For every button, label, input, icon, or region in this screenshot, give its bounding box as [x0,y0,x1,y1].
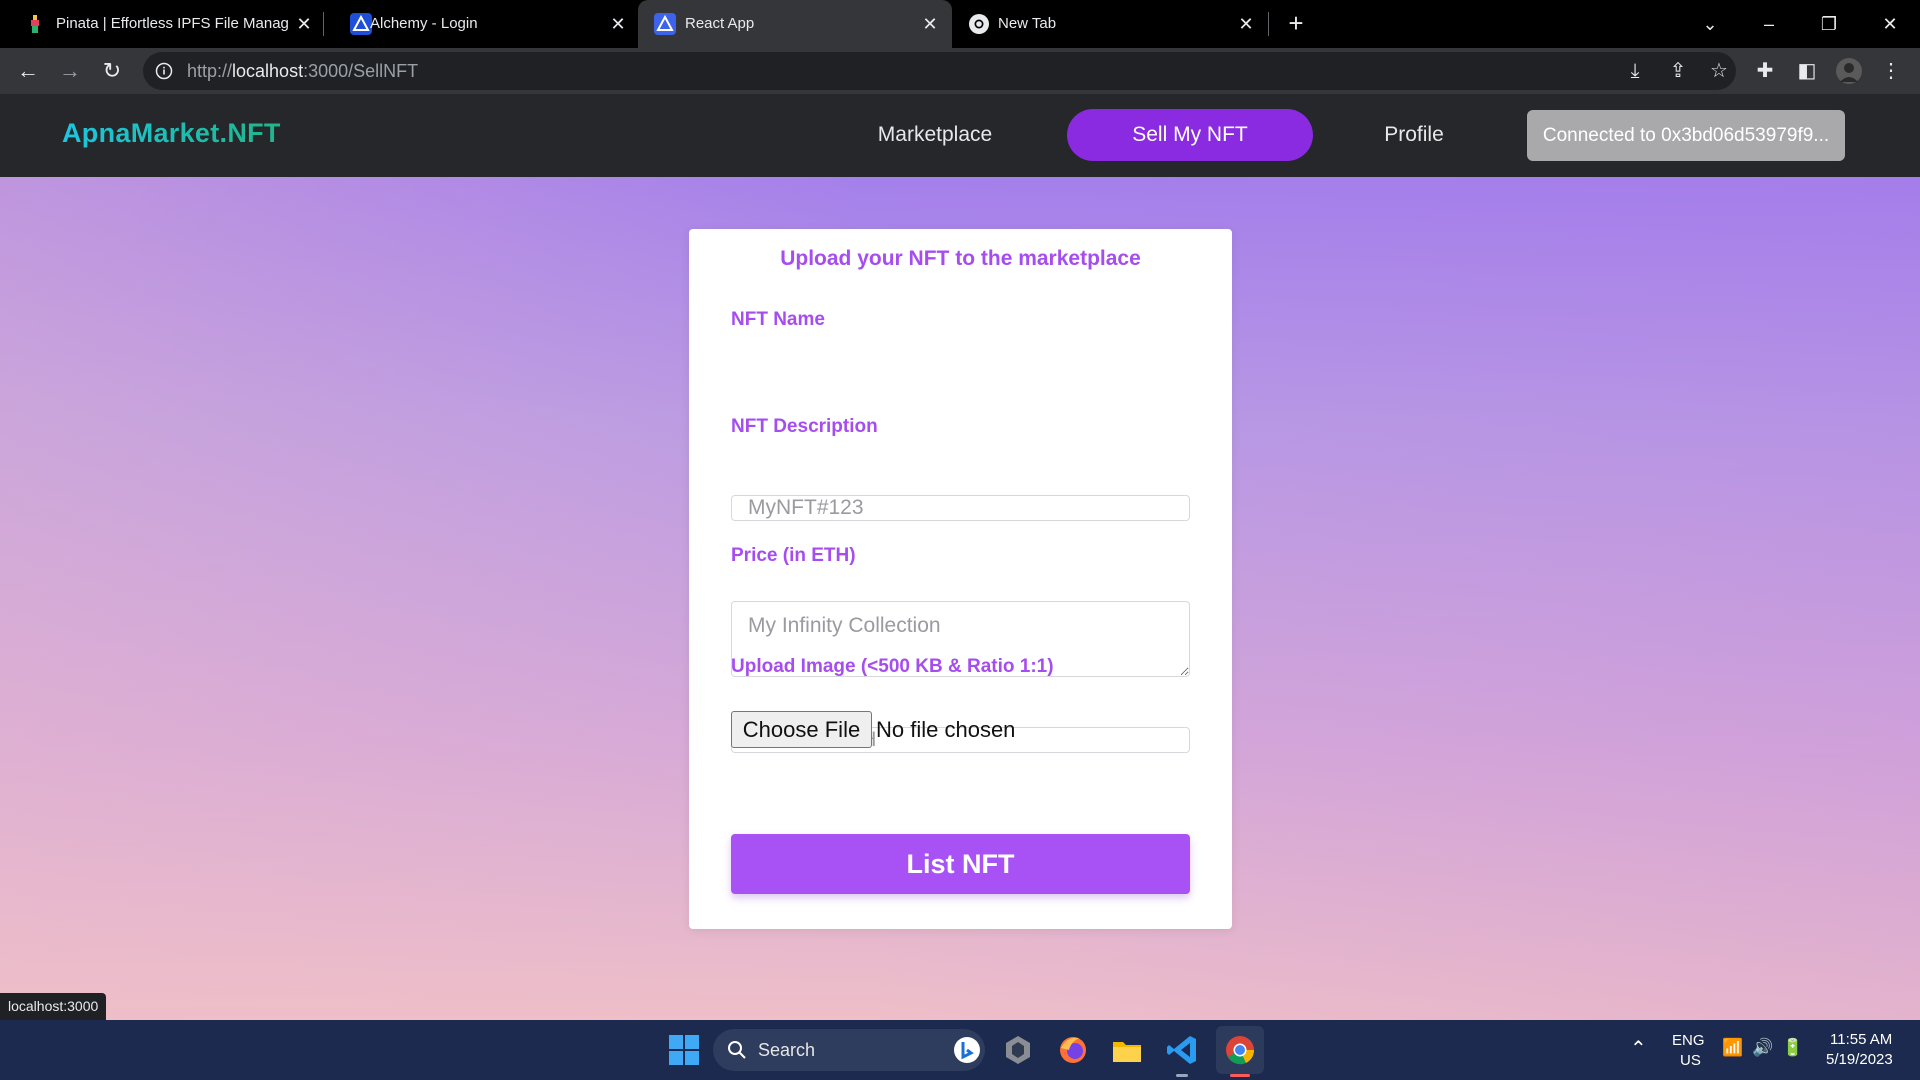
taskbar-search-box[interactable]: Search [713,1029,985,1071]
choose-file-button[interactable]: Choose File [731,711,872,748]
search-placeholder: Search [758,1040,816,1060]
clock-time[interactable]: 11:55 AM [1830,1031,1892,1048]
form-title: Upload your NFT to the marketplace [780,247,1141,270]
alchemy-icon [350,13,372,35]
tab-title: New Tab [998,15,1057,32]
back-arrow-icon[interactable]: ← [14,57,42,85]
tab-search-chevron-icon[interactable]: ⌄ [1692,8,1728,40]
windows-taskbar: Search ⌃ ENG US 📶 🔊 🔋 11:55 AM 5/19/2023 [0,1020,1920,1080]
running-indicator [1176,1074,1188,1077]
tab-divider [323,12,324,36]
wallet-connect-button[interactable]: Connected to 0x3bd06d53979f9... [1527,110,1845,161]
browser-toolbar: ← → ↻ http://localhost:3000/SellNFT ⤓ ⇪ … [0,48,1920,94]
close-tab-icon[interactable]: ✕ [1234,12,1258,36]
chrome-icon [969,14,989,34]
list-nft-button[interactable]: List NFT [731,834,1190,894]
browser-tab-react-app[interactable]: React App ✕ [638,0,952,48]
file-status-text: No file chosen [876,717,1016,742]
nft-name-label: NFT Name [731,309,825,330]
close-tab-icon[interactable]: ✕ [606,12,630,36]
region-label[interactable]: US [1680,1052,1701,1069]
vscode-icon[interactable] [1162,1030,1202,1070]
language-label[interactable]: ENG [1672,1032,1705,1049]
wifi-icon[interactable]: 📶 [1722,1038,1743,1058]
browser-tab-alchemy[interactable]: Alchemy - Login ✕ [326,0,636,48]
clock-date[interactable]: 5/19/2023 [1826,1051,1893,1068]
link-status-bubble: localhost:3000 [0,993,107,1020]
url-scheme: http:// [187,61,233,81]
share-icon[interactable]: ⇪ [1665,58,1691,84]
brand-logo[interactable]: ApnaMarket.NFT [62,118,281,149]
chrome-menu-icon[interactable]: ⋮ [1878,58,1904,84]
browser-tab-strip: Pinata | Effortless IPFS File Managem ✕ … [0,0,1920,48]
side-panel-icon[interactable]: ◧ [1794,58,1820,84]
active-indicator [1230,1074,1250,1077]
app-navbar: ApnaMarket.NFT Marketplace Sell My NFT P… [0,94,1920,177]
extensions-puzzle-icon[interactable]: ✚ [1752,58,1778,84]
nav-profile[interactable]: Profile [1360,109,1468,161]
upload-image-label: Upload Image (<500 KB & Ratio 1:1) [731,656,1054,677]
url-host: localhost [232,61,304,81]
new-tab-plus-icon[interactable]: + [1282,10,1310,38]
github-desktop-icon[interactable] [998,1030,1038,1070]
tab-title: Alchemy - Login [370,15,478,32]
tab-divider [1268,12,1269,36]
close-tab-icon[interactable]: ✕ [918,12,942,36]
price-label: Price (in ETH) [731,545,856,566]
avatar-icon [1836,58,1862,84]
sell-nft-form: Upload your NFT to the marketplace NFT N… [689,229,1232,929]
firefox-icon[interactable] [1053,1030,1093,1070]
nav-sell-my-nft[interactable]: Sell My NFT [1067,109,1313,161]
alchemy-icon [654,13,676,35]
restore-window-icon[interactable]: ❐ [1811,8,1847,40]
nft-description-label: NFT Description [731,416,878,437]
reload-icon[interactable]: ↻ [98,57,126,85]
nft-name-input[interactable] [731,495,1190,521]
pinata-icon [31,15,39,33]
minimize-window-icon[interactable]: – [1751,8,1787,40]
install-app-icon[interactable]: ⤓ [1622,58,1648,84]
forward-arrow-icon[interactable]: → [56,57,84,85]
site-info-icon[interactable] [155,62,173,80]
browser-tab-new-tab[interactable]: New Tab ✕ [954,0,1268,48]
file-explorer-icon[interactable] [1107,1030,1147,1070]
volume-icon[interactable]: 🔊 [1752,1038,1773,1058]
tab-title: Pinata | Effortless IPFS File Managem [56,15,288,32]
close-tab-icon[interactable]: ✕ [292,12,316,36]
url-path: :3000/SellNFT [303,61,419,81]
browser-tab-pinata[interactable]: Pinata | Effortless IPFS File Managem ✕ [0,0,318,48]
tray-overflow-chevron-icon[interactable]: ⌃ [1630,1036,1647,1061]
windows-start-icon[interactable] [664,1030,704,1070]
page-viewport: ApnaMarket.NFT Marketplace Sell My NFT P… [0,94,1920,1020]
chrome-taskbar-icon[interactable] [1220,1030,1260,1070]
address-bar[interactable]: http://localhost:3000/SellNFT ⤓ ⇪ ☆ [143,52,1736,90]
tab-title: React App [685,15,755,32]
bing-icon[interactable] [953,1036,981,1064]
battery-icon[interactable]: 🔋 [1782,1038,1803,1058]
profile-avatar[interactable] [1836,58,1862,84]
nav-marketplace[interactable]: Marketplace [855,109,1015,161]
search-icon [728,1041,746,1059]
close-window-icon[interactable]: ✕ [1872,8,1908,40]
bookmark-star-icon[interactable]: ☆ [1706,58,1732,84]
url-text: http://localhost:3000/SellNFT [187,61,418,82]
